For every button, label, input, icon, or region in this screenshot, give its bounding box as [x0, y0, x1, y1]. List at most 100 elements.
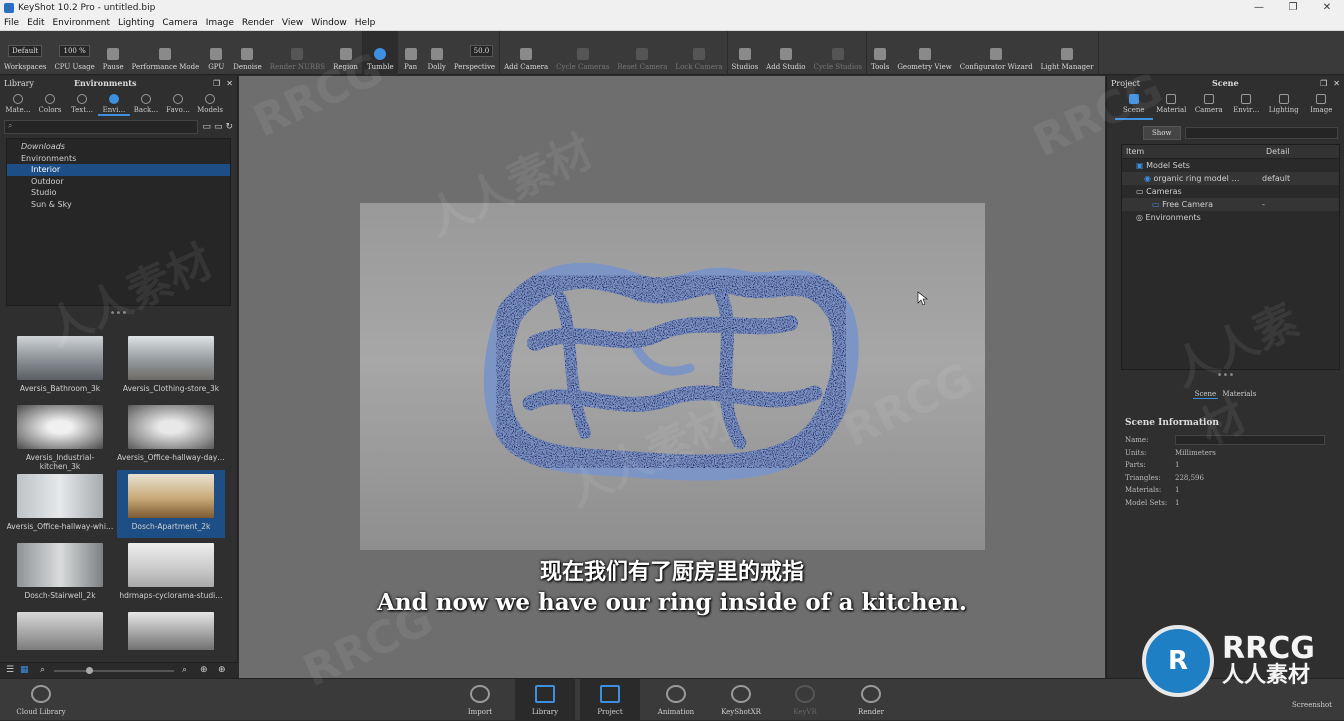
panel-close-icon[interactable]: ✕	[226, 79, 233, 88]
tab-materials-info[interactable]: Materials	[1220, 390, 1258, 398]
tab-colors[interactable]: Colors	[34, 94, 66, 116]
scene-row-environments[interactable]: ◎ Environments	[1122, 211, 1339, 224]
cloud-library-button[interactable]: Cloud Library	[6, 679, 76, 721]
tree-item-sun-sky[interactable]: Sun & Sky	[7, 199, 230, 211]
menu-help[interactable]: Help	[351, 18, 380, 28]
tab-scene-info[interactable]: Scene	[1192, 390, 1219, 399]
thumbnail-item-selected[interactable]: Dosch-Apartment_2k	[117, 470, 225, 538]
download-icon[interactable]: ⊕	[218, 665, 226, 675]
library-button[interactable]: Library	[515, 679, 575, 721]
splitter-handle[interactable]: •••	[0, 309, 237, 319]
tab-models[interactable]: Models	[194, 94, 226, 116]
render-nurbs-button[interactable]: Render NURBS	[266, 31, 329, 75]
workspaces-button[interactable]: Default Workspaces	[0, 31, 50, 75]
thumbnail-item[interactable]: Aversis_Bathroom_3k	[6, 332, 114, 400]
light-manager-button[interactable]: Light Manager	[1037, 31, 1098, 75]
menu-edit[interactable]: Edit	[23, 18, 48, 28]
panel-float-icon[interactable]: ❐	[1320, 79, 1327, 88]
thumbnail-item[interactable]	[117, 608, 225, 650]
close-button[interactable]: ✕	[1310, 0, 1344, 16]
menu-view[interactable]: View	[278, 18, 307, 28]
keyshotxr-button[interactable]: KeyShotXR	[712, 679, 770, 721]
column-item[interactable]: Item	[1122, 145, 1262, 158]
zoom-in-icon[interactable]: ⌕	[182, 665, 187, 675]
tab-favorites[interactable]: Favo…	[162, 94, 194, 116]
menu-environment[interactable]: Environment	[49, 18, 114, 28]
tab-lighting[interactable]: Lighting	[1265, 94, 1303, 120]
grid-view-icon[interactable]: ▦	[20, 665, 29, 675]
tools-button[interactable]: Tools	[867, 31, 893, 75]
tab-scene[interactable]: Scene	[1115, 94, 1153, 120]
focal-length-input[interactable]: 50.0	[469, 45, 494, 57]
region-button[interactable]: Region	[329, 31, 362, 75]
lock-camera-button[interactable]: Lock Camera	[671, 31, 726, 75]
thumbnail-item[interactable]: Dosch-Stairwell_2k	[6, 539, 114, 607]
panel-close-icon[interactable]: ✕	[1333, 79, 1340, 88]
workspace-select[interactable]: Default	[8, 45, 43, 57]
tab-environments[interactable]: Envi…	[98, 94, 130, 116]
project-button[interactable]: Project	[580, 679, 640, 721]
pan-button[interactable]: Pan	[398, 31, 424, 75]
tab-textures[interactable]: Text…	[66, 94, 98, 116]
menu-image[interactable]: Image	[202, 18, 238, 28]
list-view-icon[interactable]: ☰	[6, 665, 14, 675]
splitter-handle[interactable]: •••	[1107, 371, 1344, 381]
tree-item-studio[interactable]: Studio	[7, 187, 230, 199]
tree-item-downloads[interactable]: Downloads	[7, 141, 230, 153]
add-folder-icon[interactable]: ▭	[214, 122, 223, 132]
pause-button[interactable]: Pause	[99, 31, 128, 75]
tab-materials[interactable]: Mate…	[2, 94, 34, 116]
thumbnail-item[interactable]	[6, 608, 114, 650]
animation-button[interactable]: Animation	[648, 679, 704, 721]
scene-search-input[interactable]	[1184, 127, 1338, 139]
denoise-button[interactable]: Denoise	[229, 31, 265, 75]
reset-camera-button[interactable]: Reset Camera	[613, 31, 671, 75]
performance-mode-button[interactable]: Performance Mode	[128, 31, 204, 75]
tree-item-outdoor[interactable]: Outdoor	[7, 176, 230, 188]
add-camera-button[interactable]: Add Camera	[500, 31, 552, 75]
perspective-button[interactable]: 50.0 Perspective	[450, 31, 499, 75]
configurator-wizard-button[interactable]: Configurator Wizard	[956, 31, 1037, 75]
panel-float-icon[interactable]: ❐	[213, 79, 220, 88]
scene-name-input[interactable]	[1175, 435, 1325, 445]
column-detail[interactable]: Detail	[1262, 145, 1290, 158]
zoom-out-icon[interactable]: ⌕	[40, 665, 45, 675]
visibility-eye-icon[interactable]: ◉	[1144, 174, 1154, 183]
upload-icon[interactable]: ⊕	[200, 665, 208, 675]
tab-camera[interactable]: Camera	[1190, 94, 1228, 120]
menu-render[interactable]: Render	[238, 18, 278, 28]
thumbnail-item[interactable]: Aversis_Office-hallway-whi…	[6, 470, 114, 538]
add-studio-button[interactable]: Add Studio	[762, 31, 809, 75]
organic-ring-model[interactable]	[360, 203, 985, 550]
thumbnail-size-slider[interactable]	[54, 670, 174, 672]
maximize-button[interactable]: ❐	[1276, 0, 1310, 16]
render-button[interactable]: Render	[845, 679, 897, 721]
minimize-button[interactable]: —	[1242, 0, 1276, 16]
menu-lighting[interactable]: Lighting	[114, 18, 158, 28]
tab-material[interactable]: Material	[1153, 94, 1191, 120]
geometry-view-button[interactable]: Geometry View	[893, 31, 955, 75]
studios-button[interactable]: Studios	[728, 31, 763, 75]
scene-row-cameras[interactable]: ▭ Cameras	[1122, 185, 1339, 198]
realtime-viewport[interactable]: 现在我们有了厨房里的戒指 And now we have our ring in…	[239, 76, 1105, 678]
refresh-icon[interactable]: ↻	[225, 122, 233, 132]
menu-camera[interactable]: Camera	[158, 18, 201, 28]
menu-window[interactable]: Window	[307, 18, 351, 28]
tree-item-environments[interactable]: Environments	[7, 153, 230, 165]
folder-icon[interactable]: ▭	[202, 122, 211, 132]
show-dropdown[interactable]: Show	[1143, 126, 1181, 140]
render-region[interactable]	[360, 203, 985, 550]
menu-file[interactable]: File	[0, 18, 23, 28]
cpu-usage-button[interactable]: 100 % CPU Usage	[50, 31, 98, 75]
cpu-usage-input[interactable]: 100 %	[59, 45, 90, 57]
thumbnail-item[interactable]: Aversis_Office-hallway-day…	[117, 401, 225, 469]
scene-row-free-camera[interactable]: ▭ Free Camera -	[1122, 198, 1339, 211]
keyvr-button[interactable]: KeyVR	[780, 679, 830, 721]
scene-row-model-sets[interactable]: ▣ Model Sets	[1122, 159, 1339, 172]
cycle-cameras-button[interactable]: Cycle Cameras	[552, 31, 613, 75]
gpu-button[interactable]: GPU	[203, 31, 229, 75]
tab-environment[interactable]: Envir…	[1228, 94, 1266, 120]
slider-handle[interactable]	[86, 667, 93, 674]
import-button[interactable]: Import	[455, 679, 505, 721]
tab-image[interactable]: Image	[1303, 94, 1341, 120]
